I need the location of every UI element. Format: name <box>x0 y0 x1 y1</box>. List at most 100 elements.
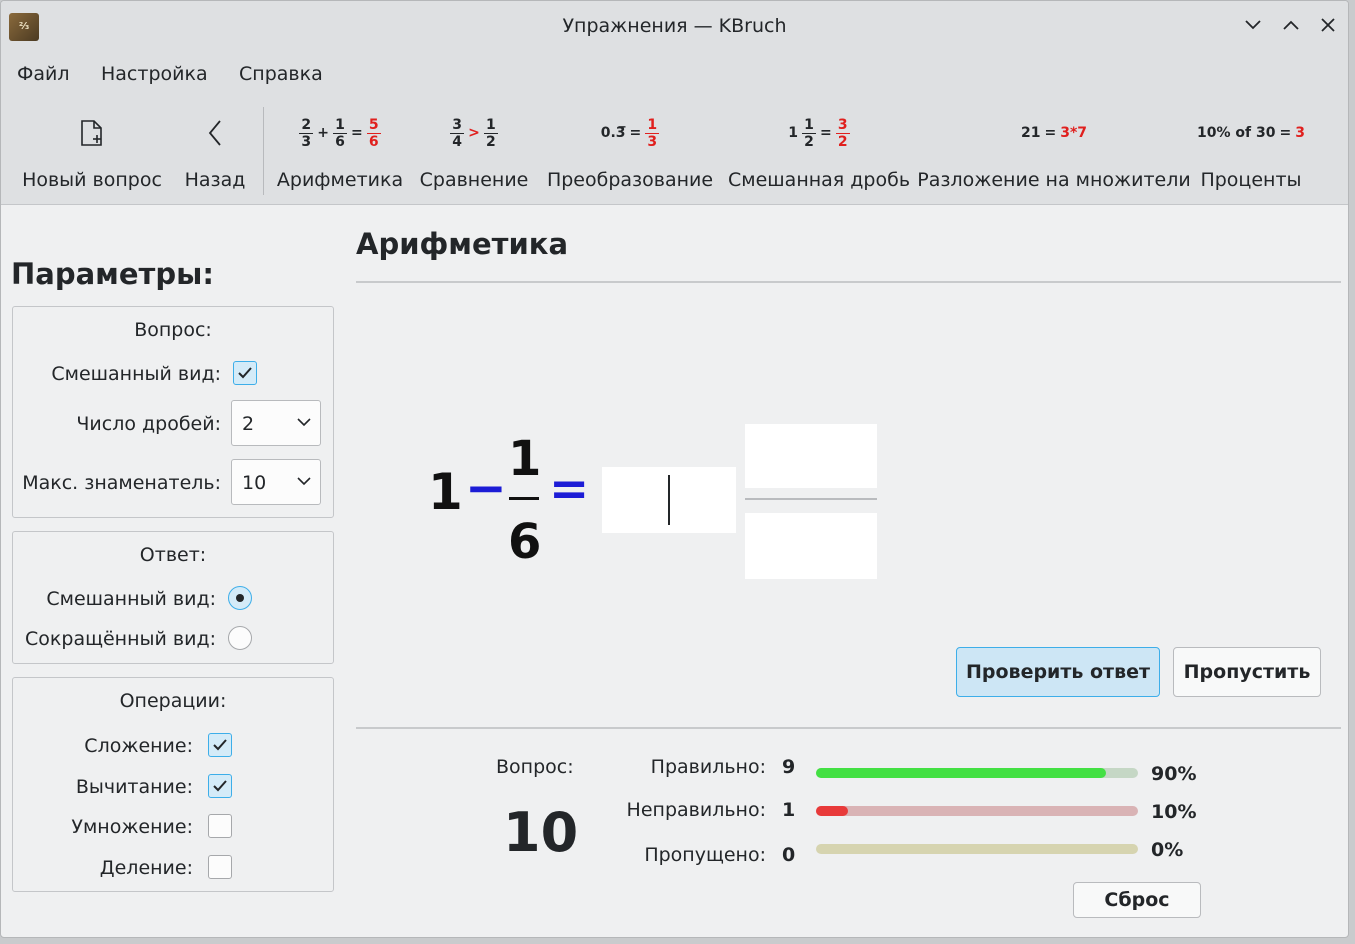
window-title: Упражнения — KBruch <box>562 15 787 37</box>
close-icon <box>1321 18 1335 32</box>
close-button[interactable] <box>1314 11 1342 39</box>
answer-numerator-input[interactable] <box>745 424 877 488</box>
checkmark-icon <box>213 739 227 751</box>
mixed-number-label: Смешанная дробь <box>728 169 911 191</box>
conversion-label: Преобразование <box>546 169 714 191</box>
reset-button[interactable]: Сброс <box>1073 882 1201 918</box>
correct-count: 9 <box>782 756 796 778</box>
question-counter-label: Вопрос: <box>496 756 574 778</box>
percentage-icon: 10% of 30 = 3 <box>1197 125 1305 141</box>
answer-denominator-input[interactable] <box>745 513 877 579</box>
toolbar-separator <box>263 107 264 195</box>
task-equals: = <box>549 461 590 517</box>
new-question-label: Новый вопрос <box>22 169 162 191</box>
incorrect-label: Неправильно: <box>626 799 766 821</box>
answer-mixed-label: Смешанный вид: <box>46 588 216 610</box>
multiplication-checkbox[interactable] <box>208 814 232 838</box>
arithmetic-label: Арифметика <box>276 169 404 191</box>
correct-label: Правильно: <box>650 756 766 778</box>
title-bar[interactable]: ⅔ Упражнения — KBruch <box>1 1 1348 51</box>
division-label: Деление: <box>99 857 193 879</box>
max-denominator-label: Макс. знаменатель: <box>22 472 221 494</box>
stats-divider <box>356 727 1341 729</box>
question-options-group: Вопрос: Смешанный вид: Число дробей: 2 М… <box>12 306 334 518</box>
menu-file[interactable]: Файл <box>17 63 70 85</box>
percentage-label: Проценты <box>1200 169 1302 191</box>
answer-mixed-radio[interactable] <box>228 586 252 610</box>
conversion-icon: 0.3̅ = 13 <box>601 97 660 169</box>
incorrect-progress-fill <box>816 806 848 816</box>
multiplication-label: Умножение: <box>71 816 193 838</box>
new-question-button[interactable]: Новый вопрос <box>19 97 165 205</box>
app-window: ⅔ Упражнения — KBruch Файл Настройка Спр… <box>0 0 1349 938</box>
incorrect-percent: 10% <box>1151 801 1197 823</box>
correct-percent: 90% <box>1151 763 1197 785</box>
num-fractions-label: Число дробей: <box>76 413 221 435</box>
menu-settings[interactable]: Настройка <box>101 63 208 85</box>
skipped-count: 0 <box>782 844 796 866</box>
text-cursor <box>668 475 670 525</box>
chevron-left-icon <box>207 97 223 169</box>
operations-group-title: Операции: <box>119 690 227 712</box>
back-label: Назад <box>184 169 246 191</box>
menu-bar: Файл Настройка Справка <box>1 51 1348 97</box>
task-numerator: 1 <box>508 431 542 487</box>
task-denominator: 6 <box>508 514 542 570</box>
chevron-up-icon <box>1283 20 1299 30</box>
incorrect-progress-bar <box>816 806 1138 816</box>
answer-options-group: Ответ: Смешанный вид: Сокращённый вид: <box>12 531 334 664</box>
factorization-icon: 21 = 3*7 <box>1020 125 1088 141</box>
subtraction-label: Вычитание: <box>75 776 193 798</box>
skipped-label: Пропущено: <box>644 844 766 866</box>
arithmetic-icon: 23 + 16 = 56 <box>299 97 381 169</box>
task-whole-number: 1 <box>428 463 463 521</box>
answer-group-title: Ответ: <box>139 544 207 566</box>
addition-label: Сложение: <box>84 735 193 757</box>
factorization-tool-button[interactable]: 21 = 3*7 Разложение на множители <box>917 97 1190 205</box>
checkmark-icon <box>213 780 227 792</box>
conversion-tool-button[interactable]: 0.3̅ = 13 Преобразование <box>545 97 715 205</box>
mixed-number-icon: 1 12 = 32 <box>788 97 850 169</box>
answer-fraction-bar <box>745 498 877 500</box>
chevron-down-icon <box>297 477 311 486</box>
addition-checkbox[interactable] <box>208 733 232 757</box>
params-title: Параметры: <box>11 257 214 291</box>
subtraction-checkbox[interactable] <box>208 774 232 798</box>
maximize-button[interactable] <box>1277 11 1305 39</box>
skip-button[interactable]: Пропустить <box>1173 647 1321 697</box>
num-fractions-select[interactable]: 2 <box>231 400 321 446</box>
minimize-button[interactable] <box>1239 11 1267 39</box>
division-checkbox[interactable] <box>208 855 232 879</box>
checkmark-icon <box>238 367 252 379</box>
toolbar: Новый вопрос Назад 23 + 16 = 56 Арифмети… <box>1 97 1348 205</box>
comparison-label: Сравнение <box>419 169 529 191</box>
title-divider <box>356 281 1341 283</box>
task-fraction-bar <box>509 497 539 500</box>
comparison-icon: 34 > 12 <box>450 97 498 169</box>
question-mixed-checkbox[interactable] <box>233 361 257 385</box>
back-button[interactable]: Назад <box>181 97 249 205</box>
question-counter-value: 10 <box>503 801 579 864</box>
max-denominator-select[interactable]: 10 <box>231 459 321 505</box>
question-group-title: Вопрос: <box>134 319 212 341</box>
correct-progress-fill <box>816 768 1106 778</box>
arithmetic-tool-button[interactable]: 23 + 16 = 56 Арифметика <box>277 97 403 205</box>
correct-progress-bar <box>816 768 1138 778</box>
skipped-progress-bar <box>816 844 1138 854</box>
new-document-icon <box>79 97 105 169</box>
mixed-number-tool-button[interactable]: 1 12 = 32 Смешанная дробь <box>728 97 911 205</box>
task-operator: − <box>465 459 507 517</box>
operations-group: Операции: Сложение: Вычитание: Умножение… <box>12 677 334 892</box>
question-mixed-label: Смешанный вид: <box>51 363 221 385</box>
comparison-tool-button[interactable]: 34 > 12 Сравнение <box>419 97 529 205</box>
check-answer-button[interactable]: Проверить ответ <box>956 647 1160 697</box>
chevron-down-icon <box>1245 20 1261 30</box>
percentage-tool-button[interactable]: 10% of 30 = 3 Проценты <box>1193 97 1309 205</box>
exercise-title: Арифметика <box>356 227 569 261</box>
incorrect-count: 1 <box>782 799 796 821</box>
skipped-percent: 0% <box>1151 839 1184 861</box>
answer-reduced-label: Сокращённый вид: <box>25 628 216 650</box>
chevron-down-icon <box>297 418 311 427</box>
menu-help[interactable]: Справка <box>239 63 323 85</box>
answer-reduced-radio[interactable] <box>228 626 252 650</box>
